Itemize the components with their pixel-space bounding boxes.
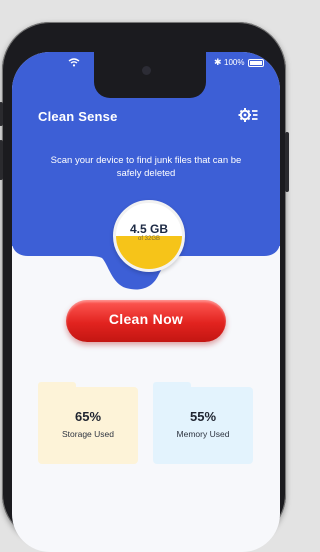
card-panel — [38, 387, 138, 464]
battery-icon — [248, 59, 264, 67]
memory-card: 55% Memory Used — [153, 382, 253, 464]
storage-value: 65% — [74, 409, 102, 424]
app-title: Clean Sense — [38, 109, 118, 124]
side-button — [285, 132, 289, 192]
clean-now-label: Clean Now — [108, 311, 184, 327]
status-bar: ✱ 100% — [12, 52, 280, 76]
gauge-total: of 32GB — [137, 236, 160, 242]
settings-gear-icon[interactable] — [238, 106, 258, 124]
battery-percent: 100% — [224, 58, 245, 67]
header-subtitle: Scan your device to find junk files that… — [50, 155, 242, 179]
storage-card: 65% Storage Used — [38, 382, 138, 464]
wifi-icon — [68, 58, 80, 67]
app-screen: ✱ 100% Clean Sense Scan your device to f… — [12, 52, 280, 552]
storage-gauge: 4.5 GB of 32GB — [113, 200, 185, 272]
storage-label: Storage Used — [62, 429, 114, 439]
memory-label: Memory Used — [176, 429, 230, 439]
side-button — [0, 102, 3, 126]
clean-now-button[interactable]: Clean Now — [66, 300, 226, 342]
memory-value: 55% — [189, 409, 217, 424]
card-panel — [153, 387, 253, 464]
gauge-value: 4.5 GB — [129, 222, 168, 236]
side-button — [0, 140, 3, 180]
bluetooth-icon: ✱ — [214, 57, 222, 67]
